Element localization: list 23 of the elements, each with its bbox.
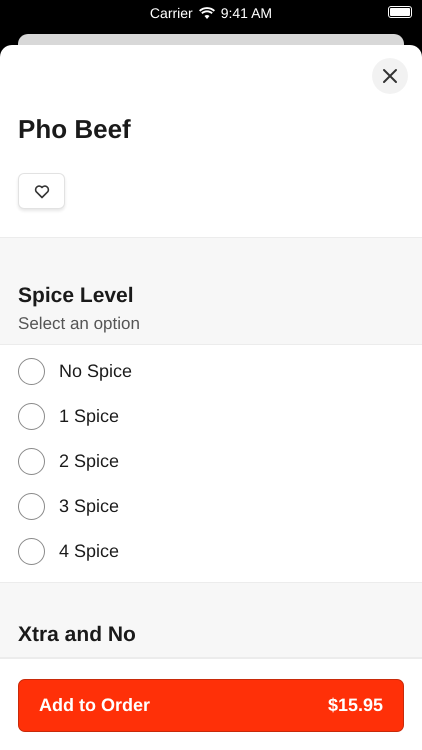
- option-label: 4 Spice: [59, 541, 120, 562]
- option-label: 1 Spice: [59, 406, 120, 427]
- carrier-name: Carrier: [150, 5, 193, 21]
- battery-icon: [388, 6, 412, 18]
- add-to-order-button[interactable]: Add to Order $15.95: [18, 679, 404, 732]
- radio-button[interactable]: [18, 448, 45, 475]
- option-label: 3 Spice: [59, 496, 120, 517]
- wifi-icon: [198, 7, 215, 19]
- radio-button[interactable]: [18, 493, 45, 520]
- section-subtitle: Select an option: [18, 314, 141, 334]
- section-title: Spice Level: [18, 284, 135, 308]
- section-title: Xtra and No: [18, 623, 137, 647]
- item-title: Pho Beef: [18, 114, 132, 145]
- radio-button[interactable]: [18, 403, 45, 430]
- option-label: No Spice: [59, 361, 132, 382]
- favorite-button[interactable]: [18, 173, 65, 209]
- close-icon: [382, 68, 398, 84]
- close-button[interactable]: [372, 58, 408, 94]
- option-label: 2 Spice: [59, 451, 120, 472]
- clock-time: 9:41 AM: [220, 5, 272, 21]
- radio-button[interactable]: [18, 538, 45, 565]
- radio-button[interactable]: [18, 358, 45, 385]
- heart-icon: [34, 184, 50, 198]
